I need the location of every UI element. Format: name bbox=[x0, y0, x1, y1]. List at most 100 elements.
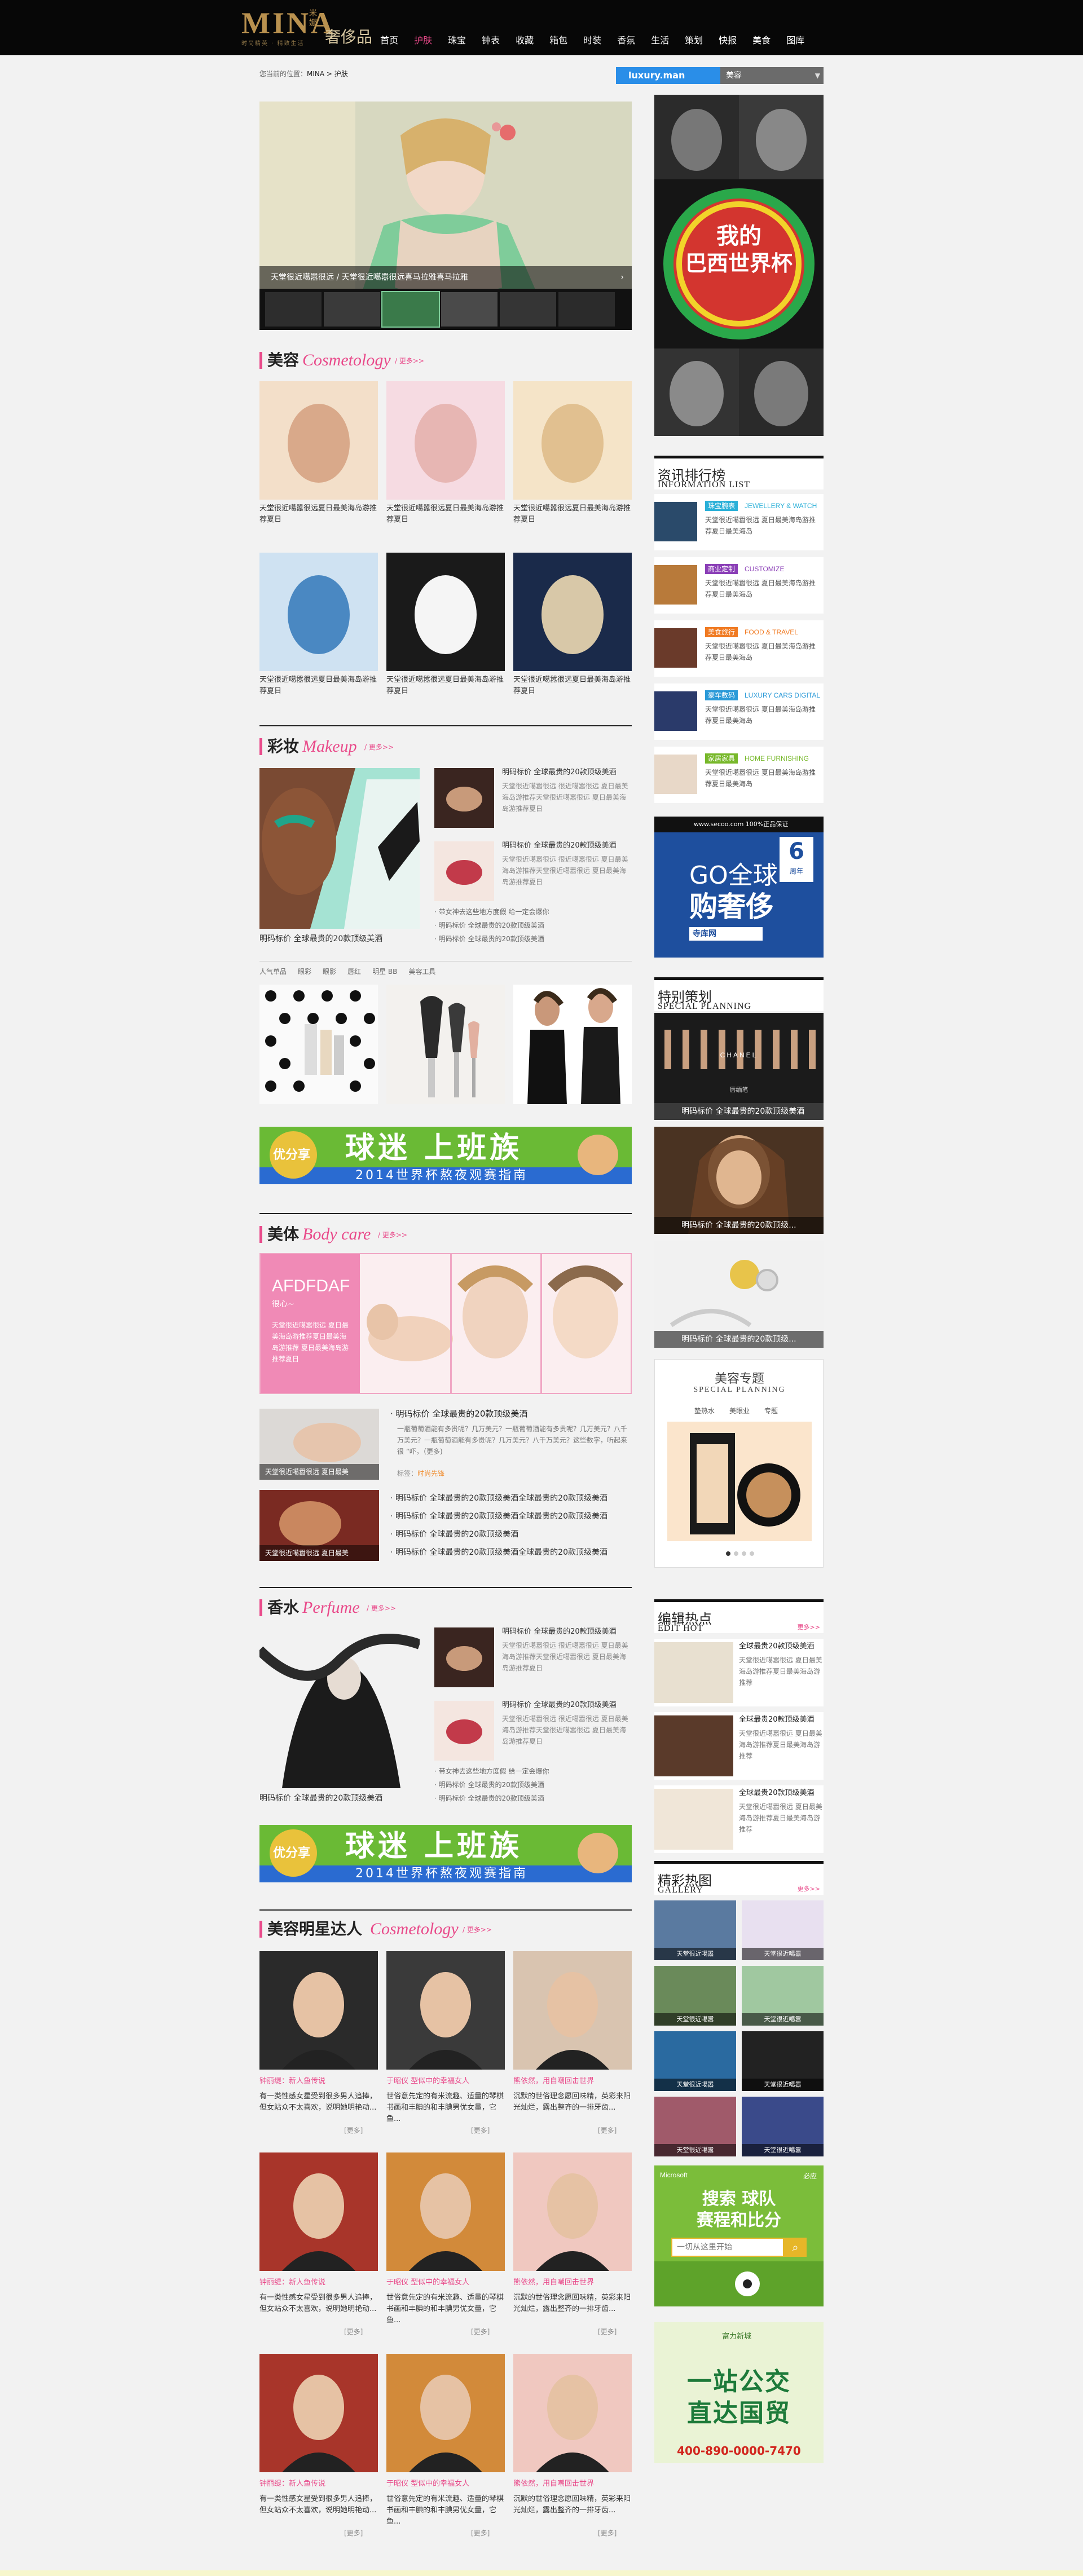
bodycare-list-item[interactable]: · 明码标价 全球最贵的20款顶级美酒全球最贵的20款顶级美酒 bbox=[390, 1492, 632, 1505]
star-more-link[interactable]: [更多] bbox=[471, 2528, 490, 2538]
more-link[interactable]: / 更多>> bbox=[378, 1230, 407, 1240]
star-title[interactable]: 钟丽缇：新人鱼传说 bbox=[259, 2478, 378, 2490]
cosmetology-image[interactable] bbox=[386, 381, 505, 500]
gallery-item[interactable]: 天堂很近噶嚣 bbox=[742, 1900, 824, 1960]
cosmetology-image[interactable] bbox=[259, 553, 378, 671]
makeup-product-2[interactable] bbox=[386, 985, 505, 1104]
hero-thumb[interactable] bbox=[265, 292, 322, 327]
special-item-3[interactable]: 明码标价 全球最贵的20款顶级... bbox=[654, 1241, 824, 1348]
site-logo[interactable]: MINA 米娜 奢侈品 时尚精英 · 精致生活 bbox=[241, 6, 372, 50]
fuli-ad[interactable]: 富力新城 一站公交 直达国贸 400-890-0000-7470 bbox=[654, 2322, 824, 2463]
msn-ad[interactable]: Microsoft 必应 搜索 球队 赛程和比分 一切从这里开始 ⌕ bbox=[654, 2165, 824, 2306]
star-title[interactable]: 熊依然，用自嘲回击世界 bbox=[513, 2277, 632, 2289]
cosmetology-caption[interactable]: 天堂很近噶嚣很远夏日最美海岛游推荐夏日 bbox=[386, 503, 505, 526]
dot[interactable] bbox=[750, 1551, 754, 1556]
special-item-1[interactable]: CHANEL 唇缅笔 明码标价 全球最贵的20款顶级美酒 bbox=[654, 1013, 824, 1120]
nav-item[interactable]: 快报 bbox=[711, 33, 745, 48]
nav-item[interactable]: 香氛 bbox=[609, 33, 643, 48]
star-more-link[interactable]: [更多] bbox=[344, 2528, 363, 2538]
star-more-link[interactable]: [更多] bbox=[471, 2125, 490, 2136]
gallery-item[interactable]: 天堂很近噶嚣 bbox=[654, 2031, 736, 2091]
star-image[interactable] bbox=[386, 2152, 505, 2271]
cosmetology-image[interactable] bbox=[386, 553, 505, 671]
dot-active[interactable] bbox=[726, 1551, 730, 1556]
nav-item[interactable]: 策划 bbox=[677, 33, 711, 48]
cosmetology-caption[interactable]: 天堂很近噶嚣很远夏日最美海岛游推荐夏日 bbox=[259, 503, 378, 526]
hero-thumb[interactable] bbox=[441, 292, 498, 327]
perfume-main-image[interactable] bbox=[259, 1627, 420, 1788]
more-link[interactable]: / 更多>> bbox=[367, 1604, 396, 1613]
side-thumb[interactable] bbox=[434, 1701, 494, 1761]
star-more-link[interactable]: [更多] bbox=[598, 2528, 617, 2538]
makeup-tab[interactable]: 美容工具 bbox=[408, 967, 435, 976]
beauty-topic-image[interactable] bbox=[667, 1422, 812, 1541]
makeup-tab[interactable]: 唇红 bbox=[347, 967, 361, 976]
bullet-item[interactable]: · 明码标价 全球最贵的20款顶级美酒 bbox=[434, 1780, 632, 1790]
chevron-right-icon[interactable]: › bbox=[620, 271, 624, 284]
bullet-item[interactable]: · 明码标价 全球最贵的20款顶级美酒 bbox=[434, 920, 632, 930]
search-category-select[interactable]: 美容 ▼ bbox=[720, 67, 824, 84]
bodycare-list-image[interactable]: 天堂很近噶嚣很远 夏日最美 bbox=[259, 1490, 379, 1561]
side-title[interactable]: 明码标价 全球最贵的20款顶级美酒 bbox=[502, 767, 632, 778]
special-item-2[interactable]: 明码标价 全球最贵的20款顶级... bbox=[654, 1127, 824, 1234]
star-image[interactable] bbox=[259, 2152, 378, 2271]
star-title[interactable]: 于昭仪 型似中的幸福女人 bbox=[386, 2075, 505, 2088]
ranking-item[interactable]: 家居家具 HOME FURNISHING 天堂很近噶嚣很远 夏日最美海岛游推荐夏日最… bbox=[654, 747, 824, 803]
star-title[interactable]: 熊依然，用自嘲回击世界 bbox=[513, 2478, 632, 2490]
ranking-item[interactable]: 珠宝腕表 JEWELLERY & WATCH 天堂很近噶嚣很远 夏日最美海岛游推荐夏… bbox=[654, 494, 824, 550]
nav-item[interactable]: 收藏 bbox=[508, 33, 542, 48]
ranking-item[interactable]: 豪车数码 LUXURY CARS DIGITAL 天堂很近噶嚣很远 夏日最美海岛游推… bbox=[654, 683, 824, 740]
hero-slider[interactable]: 天堂很近噶嚣很远 / 天堂很近噶嚣很远喜马拉雅喜马拉雅 › bbox=[259, 102, 632, 330]
makeup-product-3[interactable] bbox=[513, 985, 632, 1104]
msn-search-input[interactable]: 一切从这里开始 bbox=[671, 2238, 784, 2257]
bodycare-promo[interactable]: AFDFDAF 很心~ 天堂很近噶嚣很远 夏日最美海岛游推荐夏日最美海岛游推荐 … bbox=[259, 1253, 632, 1394]
edit-hot-item[interactable]: 全球最贵20款顶级美酒 天堂很近噶嚣很远 夏日最美海岛游推荐夏日最美海岛游推荐 bbox=[654, 1712, 824, 1780]
hero-thumb[interactable] bbox=[324, 292, 380, 327]
bodycare-list-item[interactable]: · 明码标价 全球最贵的20款顶级美酒全球最贵的20款顶级美酒 bbox=[390, 1546, 632, 1559]
bullet-item[interactable]: · 带女神去这些地方度假 给一定会爆你 bbox=[434, 907, 632, 917]
dot[interactable] bbox=[742, 1551, 746, 1556]
beauty-topic-tab[interactable]: 垫热水 bbox=[694, 1406, 715, 1415]
nav-item[interactable]: 美食 bbox=[745, 33, 778, 48]
star-image[interactable] bbox=[513, 2354, 632, 2472]
hero-thumb[interactable] bbox=[558, 292, 615, 327]
cosmetology-image[interactable] bbox=[513, 381, 632, 500]
star-image[interactable] bbox=[513, 2152, 632, 2271]
makeup-tab[interactable]: 眼彩 bbox=[298, 967, 311, 976]
search-icon[interactable]: ⌕ bbox=[784, 2238, 807, 2257]
beauty-topic-tab[interactable]: 美眼业 bbox=[729, 1406, 750, 1415]
gallery-item[interactable]: 天堂很近噶嚣 bbox=[654, 1900, 736, 1960]
star-more-link[interactable]: [更多] bbox=[471, 2327, 490, 2337]
nav-item[interactable]: 珠宝 bbox=[440, 33, 474, 48]
star-title[interactable]: 钟丽缇：新人鱼传说 bbox=[259, 2075, 378, 2088]
side-title[interactable]: 明码标价 全球最贵的20款顶级美酒 bbox=[502, 840, 632, 852]
bullet-item[interactable]: · 明码标价 全球最贵的20款顶级美酒 bbox=[434, 1793, 632, 1803]
star-image[interactable] bbox=[513, 1951, 632, 2070]
more-link[interactable]: 更多>> bbox=[798, 1884, 820, 1893]
bodycare-feature-image[interactable]: 天堂很近噶嚣很远 夏日最美 bbox=[259, 1409, 379, 1480]
makeup-main-caption[interactable]: 明码标价 全球最贵的20款顶级美酒 bbox=[259, 933, 420, 945]
more-link[interactable]: 更多>> bbox=[798, 1622, 820, 1631]
side-thumb[interactable] bbox=[434, 1627, 494, 1687]
dot[interactable] bbox=[734, 1551, 738, 1556]
star-more-link[interactable]: [更多] bbox=[598, 2327, 617, 2337]
ranking-item[interactable]: 美食旅行 FOOD & TRAVEL 天堂很近噶嚣很远 夏日最美海岛游推荐夏日最美海… bbox=[654, 620, 824, 677]
gallery-item[interactable]: 天堂很近噶嚣 bbox=[654, 2097, 736, 2156]
gallery-item[interactable]: 天堂很近噶嚣 bbox=[742, 1966, 824, 2026]
nav-item[interactable]: 首页 bbox=[372, 33, 406, 48]
side-title[interactable]: 明码标价 全球最贵的20款顶级美酒 bbox=[502, 1626, 632, 1638]
more-link[interactable]: / 更多>> bbox=[364, 743, 394, 752]
nav-item[interactable]: 箱包 bbox=[542, 33, 575, 48]
side-thumb[interactable] bbox=[434, 841, 494, 901]
hero-thumb-active[interactable] bbox=[381, 291, 440, 328]
cosmetology-caption[interactable]: 天堂很近噶嚣很远夏日最美海岛游推荐夏日 bbox=[386, 674, 505, 697]
beauty-topic-tab[interactable]: 专题 bbox=[764, 1406, 778, 1415]
gallery-item[interactable]: 天堂很近噶嚣 bbox=[654, 1966, 736, 2026]
ranking-item[interactable]: 商业定制 CUSTOMIZE 天堂很近噶嚣很远 夏日最美海岛游推荐夏日最美海岛 bbox=[654, 557, 824, 614]
more-link[interactable]: / 更多>> bbox=[463, 1925, 492, 1934]
worldcup-banner-2[interactable]: 优分享 球迷 上班族 2014世界杯熬夜观赛指南 bbox=[259, 1825, 632, 1882]
gallery-item[interactable]: 天堂很近噶嚣 bbox=[742, 2097, 824, 2156]
side-title[interactable]: 明码标价 全球最贵的20款顶级美酒 bbox=[502, 1700, 632, 1711]
hero-thumb[interactable] bbox=[500, 292, 556, 327]
nav-item[interactable]: 护肤 bbox=[406, 33, 440, 48]
